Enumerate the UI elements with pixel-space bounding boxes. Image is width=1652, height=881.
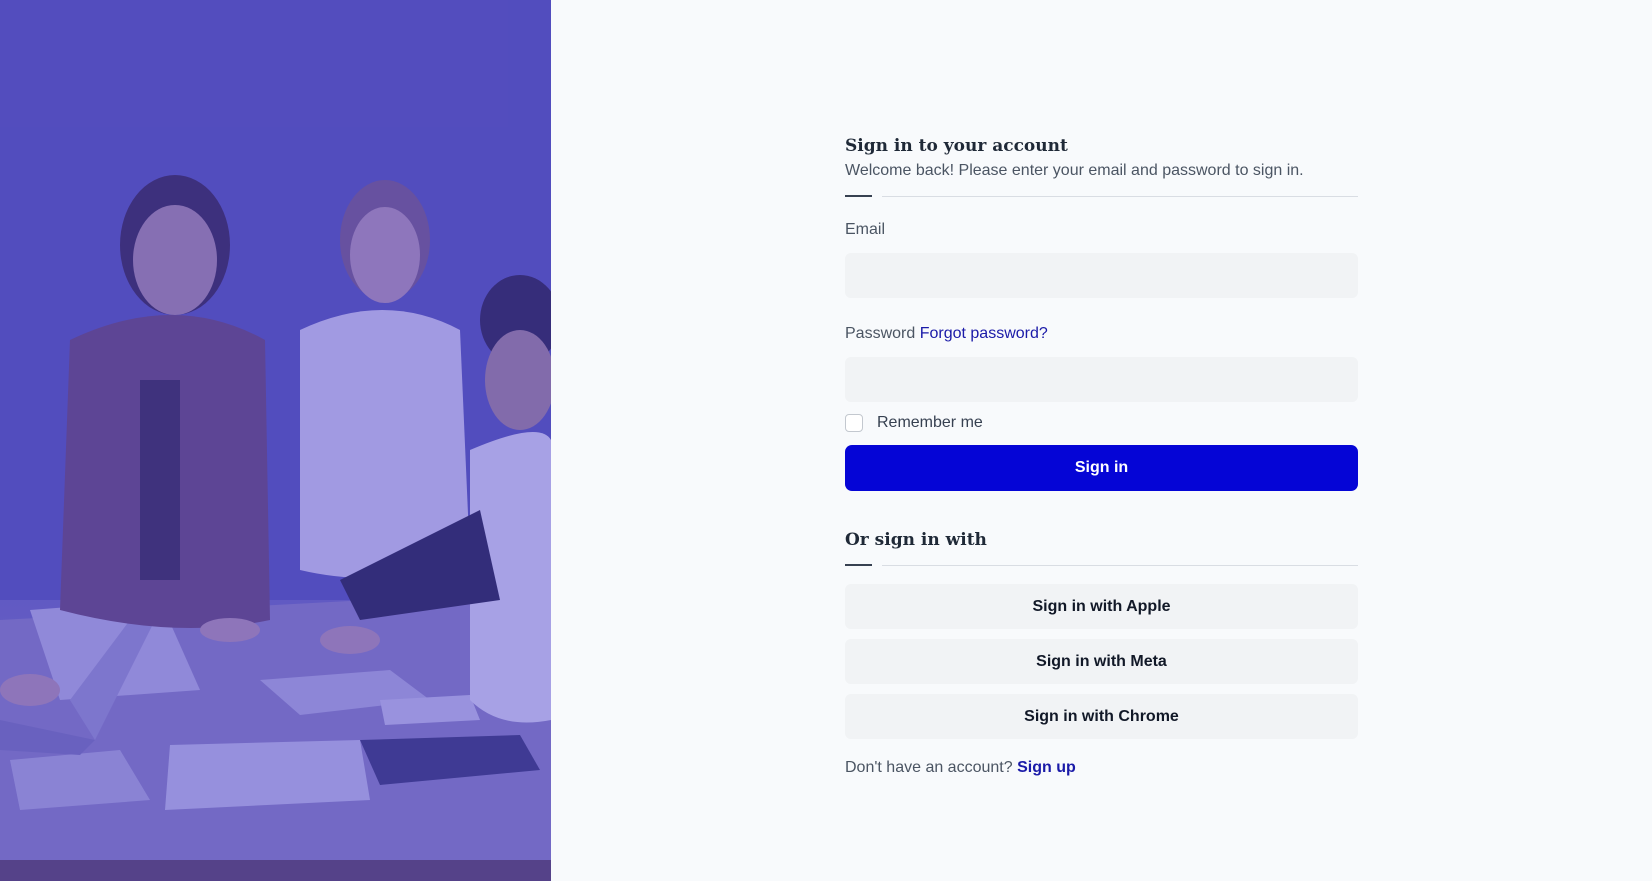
hero-image: [0, 0, 551, 881]
password-label-text: Password: [845, 325, 916, 342]
signup-row: Don't have an account? Sign up: [845, 758, 1358, 778]
sign-in-meta-button[interactable]: Sign in with Meta: [845, 639, 1358, 684]
sign-up-link[interactable]: Sign up: [1017, 759, 1076, 776]
remember-me-checkbox[interactable]: [845, 414, 863, 432]
sign-in-panel: Sign in to your account Welcome back! Pl…: [845, 135, 1358, 778]
section-divider: [845, 195, 1358, 197]
email-label-text: Email: [845, 221, 886, 238]
divider-line: [882, 565, 1358, 566]
sign-in-button[interactable]: Sign in: [845, 445, 1358, 491]
page-title: Sign in to your account: [845, 136, 1068, 156]
email-label: Email: [845, 220, 1358, 240]
social-divider: [845, 564, 1358, 566]
password-label: Password Forgot password?: [845, 324, 1358, 344]
page-subtitle: Welcome back! Please enter your email an…: [845, 162, 1304, 179]
email-field[interactable]: [845, 253, 1358, 298]
hero-tint: [0, 0, 551, 881]
remember-me-row: Remember me: [845, 413, 1358, 433]
divider-accent: [845, 195, 872, 197]
sign-in-apple-button[interactable]: Sign in with Apple: [845, 584, 1358, 629]
divider-line: [882, 196, 1358, 197]
divider-accent: [845, 564, 872, 566]
remember-me-label[interactable]: Remember me: [877, 414, 983, 432]
forgot-password-link[interactable]: Forgot password?: [920, 325, 1048, 342]
no-account-text: Don't have an account?: [845, 759, 1013, 776]
or-sign-in-title: Or sign in with: [845, 530, 987, 550]
sign-in-chrome-button[interactable]: Sign in with Chrome: [845, 694, 1358, 739]
password-field[interactable]: [845, 357, 1358, 402]
